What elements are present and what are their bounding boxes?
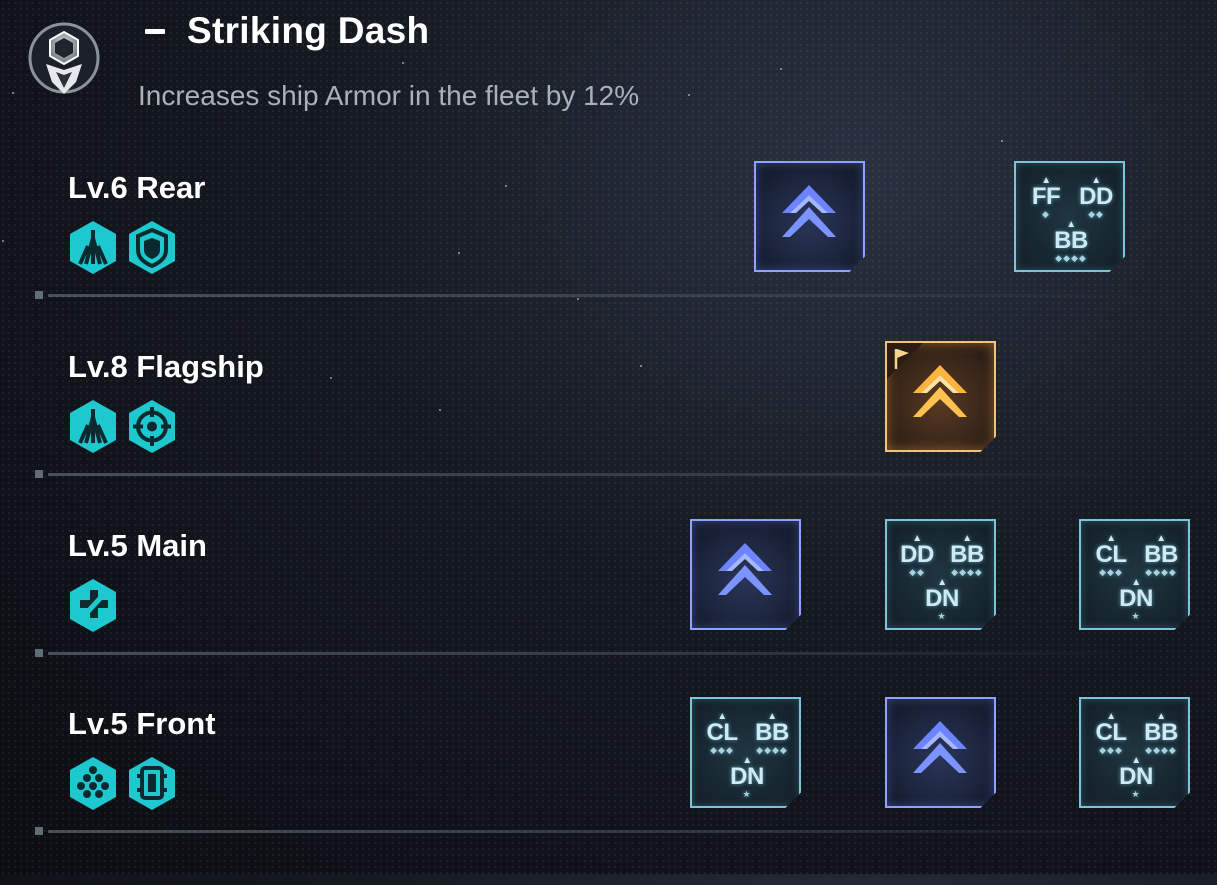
ship-type-label: ▲ BB ◆◆◆◆ — [1054, 219, 1088, 263]
ship-type-label: ▲ DN ★ — [925, 577, 959, 621]
ship-type-card[interactable]: ▲ FF ◆ ▲ DD ◆◆ ▲ BB ◆◆◆◆ — [1014, 161, 1125, 272]
chevron-up-icon — [782, 185, 836, 237]
formation-slot-card[interactable] — [754, 161, 865, 272]
ship-type-card[interactable]: ▲ CL ◆◆◆ ▲ BB ◆◆◆◆ ▲ DN ★ — [690, 697, 801, 808]
ship-type-label: ▲ DD ◆◆ — [900, 533, 934, 577]
skill-description: Increases ship Armor in the fleet by 12% — [138, 80, 640, 111]
skill-title: Striking Dash — [187, 10, 430, 51]
ship-type-card[interactable]: ▲ CL ◆◆◆ ▲ BB ◆◆◆◆ ▲ DN ★ — [1079, 697, 1190, 808]
hexagon-cluster-icon — [68, 756, 118, 811]
row-divider — [48, 473, 1140, 476]
row-divider — [48, 652, 1140, 655]
ship-type-label: ▲ DN ★ — [730, 755, 764, 799]
row-lv5-main: Lv.5 Main — [0, 528, 1217, 707]
ship-module-icon — [127, 756, 177, 811]
row-lv8-flagship: Lv.8 Flagship — [0, 349, 1217, 528]
chevron-up-icon — [913, 721, 967, 773]
ship-type-card[interactable]: ▲ DD ◆◆ ▲ BB ◆◆◆◆ ▲ DN ★ — [885, 519, 996, 630]
ship-type-label: ▲ BB ◆◆◆◆ — [755, 711, 789, 755]
ship-type-card[interactable]: ▲ CL ◆◆◆ ▲ BB ◆◆◆◆ ▲ DN ★ — [1079, 519, 1190, 630]
row-label: Lv.8 Flagship — [68, 349, 264, 384]
ship-type-label: ▲ BB ◆◆◆◆ — [1144, 533, 1178, 577]
ship-type-label: ▲ BB ◆◆◆◆ — [1144, 711, 1178, 755]
chevron-up-icon — [718, 543, 772, 595]
collapse-icon[interactable] — [145, 29, 165, 34]
ship-type-label: ▲ DD ◆◆ — [1079, 175, 1113, 219]
row-divider — [48, 294, 1140, 297]
flagship-slot-card[interactable] — [885, 341, 996, 452]
formation-slot-card[interactable] — [885, 697, 996, 808]
ship-type-label: ▲ CL ◆◆◆ — [1095, 711, 1128, 755]
row-label: Lv.6 Rear — [68, 170, 206, 205]
skill-emblem-icon — [26, 22, 102, 98]
shield-icon — [127, 220, 177, 275]
plus-cross-icon — [68, 578, 118, 633]
missile-ship-icon — [68, 220, 118, 275]
ship-type-label: ▲ BB ◆◆◆◆ — [950, 533, 984, 577]
ship-type-label: ▲ DN ★ — [1119, 755, 1153, 799]
ship-type-label: ▲ DN ★ — [1119, 577, 1153, 621]
row-divider — [48, 830, 1140, 833]
crosshair-icon — [127, 399, 177, 454]
formation-slot-card[interactable] — [690, 519, 801, 630]
chevron-up-icon — [913, 365, 967, 417]
ship-type-label: ▲ CL ◆◆◆ — [1095, 533, 1128, 577]
ship-type-label: ▲ CL ◆◆◆ — [706, 711, 739, 755]
row-label: Lv.5 Front — [68, 706, 216, 741]
ship-type-label: ▲ FF ◆ — [1031, 175, 1061, 219]
row-label: Lv.5 Main — [68, 528, 207, 563]
missile-ship-icon — [68, 399, 118, 454]
row-lv5-front: Lv.5 Front — [0, 706, 1217, 885]
